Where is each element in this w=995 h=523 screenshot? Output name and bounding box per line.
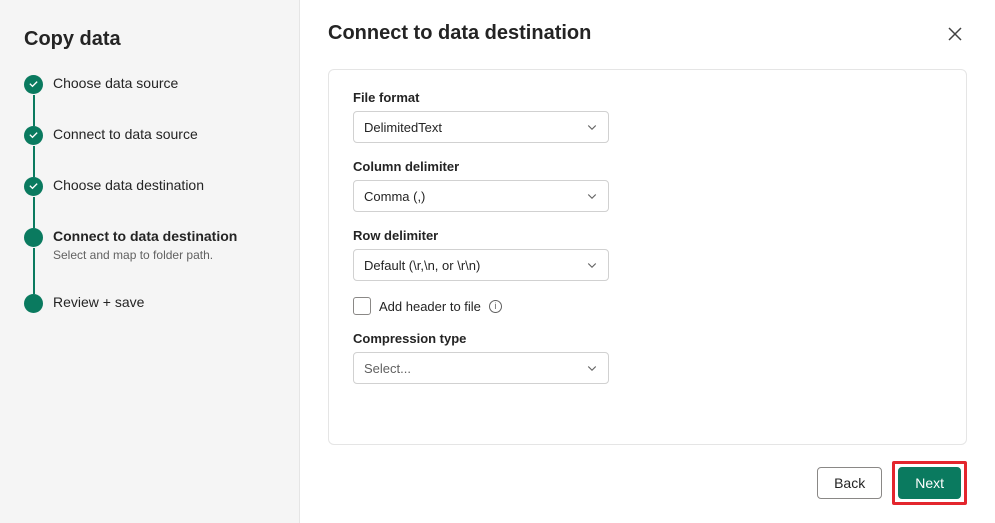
future-step-icon bbox=[24, 294, 43, 313]
step-connect-to-data-source[interactable]: Connect to data source bbox=[24, 126, 275, 177]
row-delimiter-value: Default (\r,\n, or \r\n) bbox=[364, 258, 480, 273]
step-connector bbox=[33, 197, 35, 228]
file-format-select[interactable]: DelimitedText bbox=[353, 111, 609, 143]
column-delimiter-value: Comma (,) bbox=[364, 189, 425, 204]
add-header-checkbox[interactable] bbox=[353, 297, 371, 315]
compression-type-label: Compression type bbox=[353, 331, 942, 346]
column-delimiter-label: Column delimiter bbox=[353, 159, 942, 174]
add-header-label: Add header to file bbox=[379, 299, 481, 314]
main-panel: Connect to data destination File format … bbox=[300, 0, 995, 523]
step-label: Choose data destination bbox=[53, 177, 204, 193]
file-format-value: DelimitedText bbox=[364, 120, 442, 135]
sidebar-title: Copy data bbox=[24, 28, 275, 51]
close-icon bbox=[947, 26, 963, 42]
step-label: Choose data source bbox=[53, 75, 178, 91]
step-list: Choose data source Connect to data sourc… bbox=[24, 75, 275, 313]
chevron-down-icon bbox=[586, 121, 598, 133]
page-title: Connect to data destination bbox=[328, 22, 591, 45]
info-icon[interactable]: i bbox=[489, 300, 502, 313]
checkmark-icon bbox=[24, 75, 43, 94]
step-connector bbox=[33, 95, 35, 126]
row-delimiter-label: Row delimiter bbox=[353, 228, 942, 243]
next-button[interactable]: Next bbox=[898, 467, 961, 499]
close-button[interactable] bbox=[943, 22, 967, 49]
compression-type-select[interactable]: Select... bbox=[353, 352, 609, 384]
compression-type-placeholder: Select... bbox=[364, 361, 411, 376]
chevron-down-icon bbox=[586, 362, 598, 374]
column-delimiter-group: Column delimiter Comma (,) bbox=[353, 159, 942, 212]
add-header-row: Add header to file i bbox=[353, 297, 942, 315]
row-delimiter-select[interactable]: Default (\r,\n, or \r\n) bbox=[353, 249, 609, 281]
file-format-label: File format bbox=[353, 90, 942, 105]
step-label: Connect to data source bbox=[53, 126, 198, 142]
column-delimiter-select[interactable]: Comma (,) bbox=[353, 180, 609, 212]
step-connector bbox=[33, 146, 35, 177]
step-connector bbox=[33, 248, 35, 294]
step-label: Review + save bbox=[53, 294, 144, 310]
footer: Back Next bbox=[328, 461, 967, 505]
wizard-sidebar: Copy data Choose data source Connect to … bbox=[0, 0, 300, 523]
step-choose-data-destination[interactable]: Choose data destination bbox=[24, 177, 275, 228]
step-choose-data-source[interactable]: Choose data source bbox=[24, 75, 275, 126]
checkmark-icon bbox=[24, 177, 43, 196]
main-header: Connect to data destination bbox=[328, 22, 967, 49]
file-format-group: File format DelimitedText bbox=[353, 90, 942, 143]
step-label: Connect to data destination bbox=[53, 228, 237, 244]
next-button-highlight: Next bbox=[892, 461, 967, 505]
checkmark-icon bbox=[24, 126, 43, 145]
chevron-down-icon bbox=[586, 190, 598, 202]
form-card: File format DelimitedText Column delimit… bbox=[328, 69, 967, 445]
step-review-save[interactable]: Review + save bbox=[24, 294, 275, 313]
step-sublabel: Select and map to folder path. bbox=[53, 248, 237, 262]
chevron-down-icon bbox=[586, 259, 598, 271]
current-step-icon bbox=[24, 228, 43, 247]
row-delimiter-group: Row delimiter Default (\r,\n, or \r\n) bbox=[353, 228, 942, 281]
step-connect-to-data-destination[interactable]: Connect to data destination Select and m… bbox=[24, 228, 275, 294]
compression-type-group: Compression type Select... bbox=[353, 331, 942, 384]
back-button[interactable]: Back bbox=[817, 467, 882, 499]
